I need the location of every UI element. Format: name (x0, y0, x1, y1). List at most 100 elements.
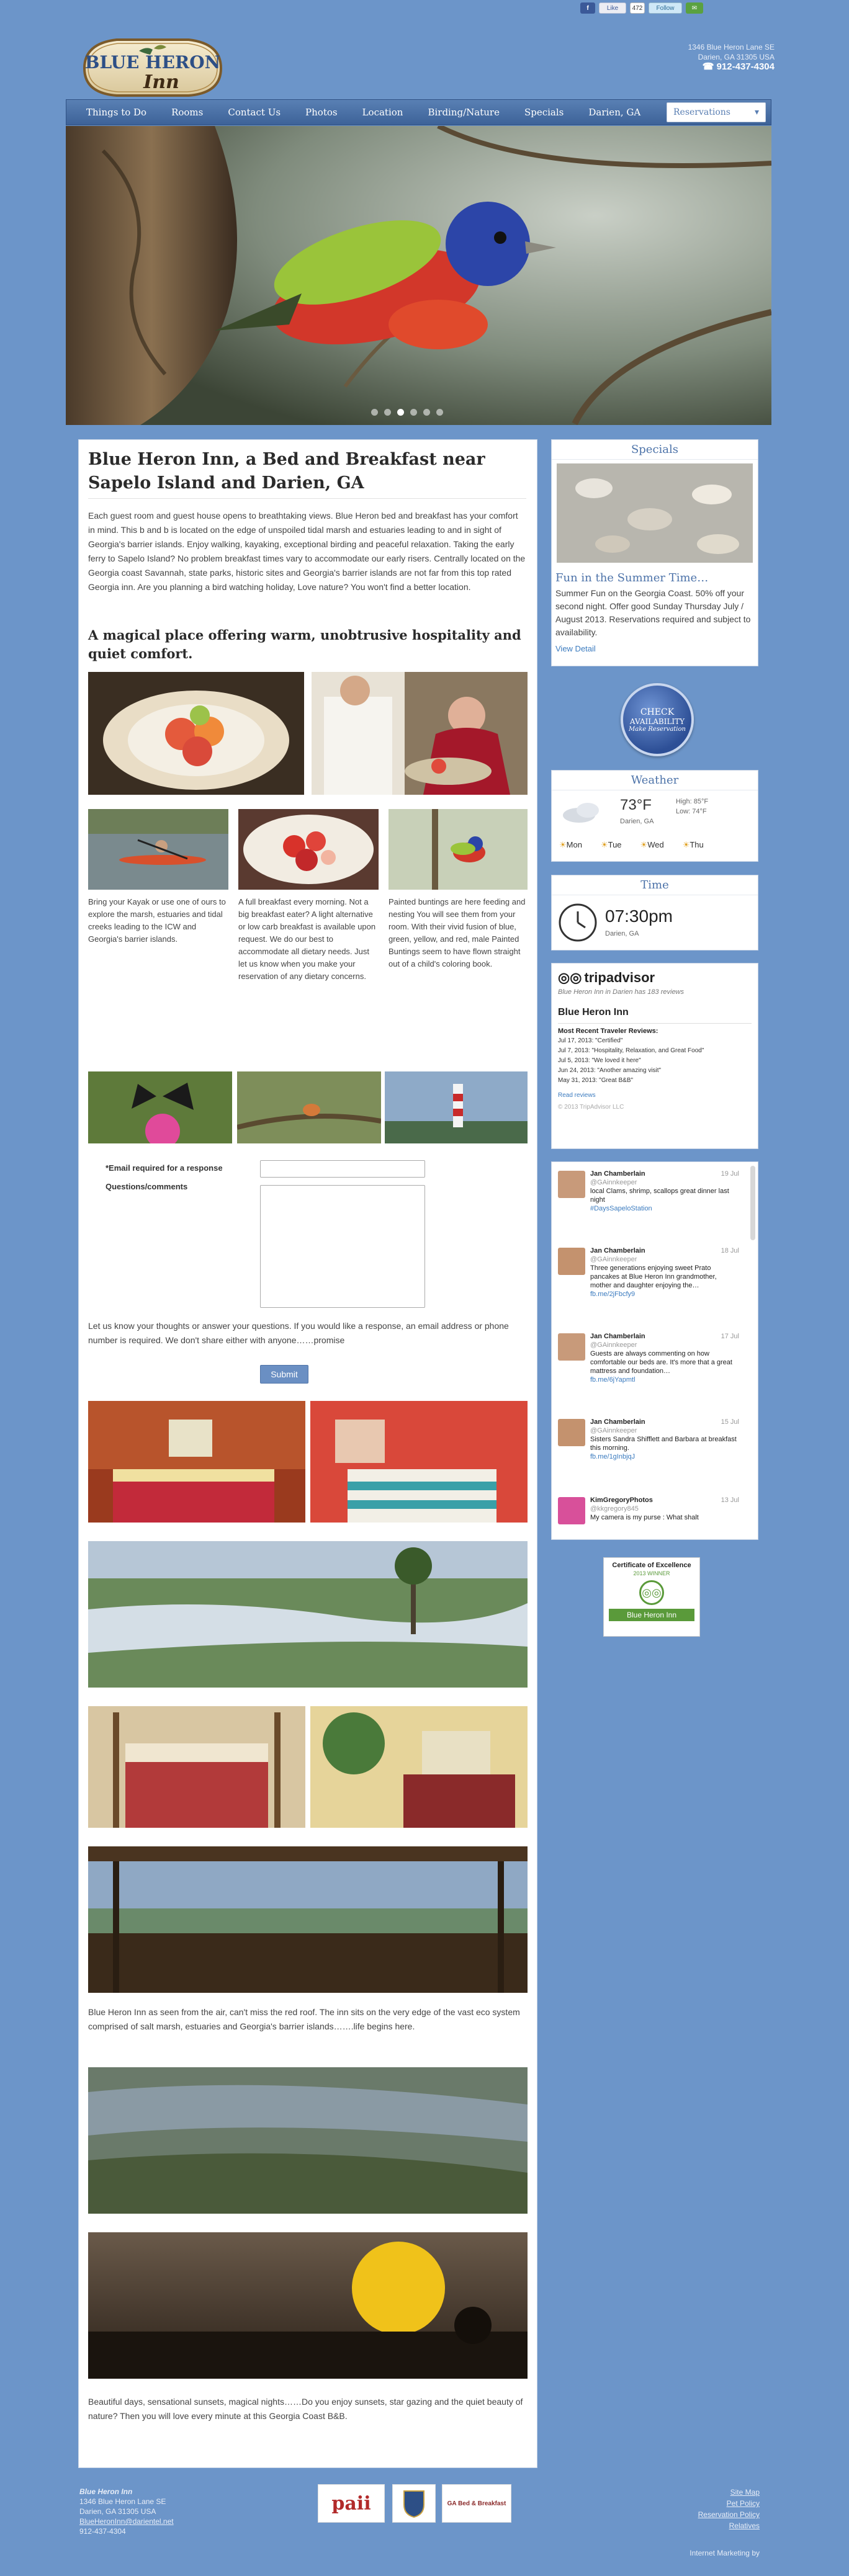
paii-logo-text: paii (331, 2492, 371, 2515)
review-item[interactable]: May 31, 2013: "Great B&B" (558, 1076, 752, 1086)
email-field[interactable] (260, 1160, 425, 1178)
footer-email-link[interactable]: BlueHeronInn@darientel.net (79, 2516, 174, 2526)
tweet-handle[interactable]: @GAinnkeeper (590, 1255, 739, 1264)
slide-dot-active[interactable] (397, 409, 404, 416)
forecast-day: ☀Mon (559, 840, 582, 849)
fruit-plate-photo (88, 672, 304, 795)
tripadvisor-logo[interactable]: ◎◎ tripadvisor (558, 970, 752, 986)
review-item[interactable]: Jul 7, 2013: "Hospitality, Relaxation, a… (558, 1046, 752, 1056)
sun-icon: ☀ (600, 840, 608, 849)
facebook-like-button[interactable]: Like (599, 2, 626, 14)
tweet-link[interactable]: #DaysSapeloStation (590, 1204, 739, 1213)
feed-scrollbar[interactable] (750, 1166, 755, 1240)
check-availability-button[interactable]: CHECK AVAILABILITY Make Reservation (621, 683, 694, 756)
breakfast-caption: A full breakfast every morning. Not a bi… (238, 897, 376, 981)
specials-widget: Specials Fun in the Summer Time… Summer … (551, 439, 758, 666)
berries-photo (238, 809, 379, 890)
tweet-link[interactable]: fb.me/1gInbjqJ (590, 1452, 739, 1461)
avatar[interactable] (558, 1497, 585, 1524)
read-reviews-link[interactable]: Read reviews (558, 1092, 752, 1099)
hero-slideshow[interactable] (66, 126, 771, 425)
sub-heading: A magical place offering warm, unobtrusi… (88, 627, 521, 661)
avatar[interactable] (558, 1333, 585, 1361)
tweet-link[interactable]: fb.me/2jFbcfy9 (590, 1290, 739, 1299)
nav-location[interactable]: Location (350, 107, 416, 118)
avatar[interactable] (558, 1171, 585, 1198)
nav-rooms[interactable]: Rooms (159, 107, 215, 118)
avatar[interactable] (558, 1248, 585, 1275)
nav-darien-ga[interactable]: Darien, GA (576, 107, 653, 118)
shells-image (557, 463, 753, 563)
email-icon[interactable]: ✉ (686, 2, 703, 14)
slide-dot[interactable] (384, 409, 391, 416)
butterfly-photo (88, 1071, 232, 1143)
certificate-of-excellence[interactable]: Certificate of Excellence 2013 WINNER ◎◎… (603, 1557, 700, 1637)
review-item[interactable]: Jul 17, 2013: "Certified" (558, 1036, 752, 1046)
kayak-image (88, 809, 228, 890)
porch-view-photo (88, 1846, 528, 1993)
slideshow-pager (371, 409, 443, 416)
specials-view-detail-link[interactable]: View Detail (555, 644, 754, 653)
painted-bunting-photo (66, 126, 771, 425)
footer-link-reservation-policy[interactable]: Reservation Policy (690, 2509, 760, 2520)
tweet-handle[interactable]: @kkgregory845 (590, 1505, 739, 1513)
tweet-handle[interactable]: @GAinnkeeper (590, 1341, 739, 1349)
footer-link-site-map[interactable]: Site Map (690, 2487, 760, 2498)
footer-marketing[interactable]: Internet Marketing by (690, 2547, 760, 2559)
nav-things-to-do[interactable]: Things to Do (74, 107, 159, 118)
specials-heading: Specials (552, 440, 758, 460)
twitter-follow-button[interactable]: Follow (649, 2, 682, 14)
tweet-author[interactable]: KimGregoryPhotos (590, 1496, 653, 1505)
specials-title[interactable]: Fun in the Summer Time… (555, 571, 754, 584)
site-logo[interactable]: BLUE HERON Inn (79, 32, 226, 102)
review-item[interactable]: Jul 5, 2013: "We loved it here" (558, 1056, 752, 1066)
reservations-dropdown[interactable]: Reservations ▾ (667, 102, 766, 122)
tweet-link[interactable]: fb.me/6jYapmtl (590, 1375, 739, 1384)
tweet-text: local Clams, shrimp, scallops great dinn… (590, 1187, 729, 1204)
sunset-image (88, 2232, 528, 2379)
questions-textarea[interactable] (260, 1185, 425, 1308)
tweet-author[interactable]: Jan Chamberlain (590, 1169, 645, 1178)
sun-icon: ☀ (640, 840, 648, 849)
facebook-icon[interactable]: f (580, 2, 595, 14)
slide-dot[interactable] (371, 409, 378, 416)
room-plants-photo (310, 1706, 528, 1828)
tweet-author[interactable]: Jan Chamberlain (590, 1246, 645, 1255)
crest-badge[interactable] (392, 2484, 436, 2523)
tweet: KimGregoryPhotos 13 Jul @kkgregory845 My … (590, 1496, 739, 1522)
tweet: Jan Chamberlain 19 Jul @GAinnkeeper local… (590, 1169, 739, 1213)
nav-photos[interactable]: Photos (293, 107, 350, 118)
submit-button[interactable]: Submit (260, 1365, 308, 1384)
porch-view-image (88, 1846, 528, 1993)
tripadvisor-hotel-name[interactable]: Blue Heron Inn (558, 1007, 752, 1018)
intro-paragraph: Each guest room and guest house opens to… (88, 511, 526, 592)
footer-links: Site Map Pet Policy Reservation Policy R… (690, 2487, 760, 2559)
phone-number: 912-437-4304 (716, 61, 775, 72)
slide-dot[interactable] (423, 409, 430, 416)
nav-specials[interactable]: Specials (512, 107, 576, 118)
slide-dot[interactable] (436, 409, 443, 416)
footer-link-relatives[interactable]: Relatives (690, 2520, 760, 2531)
ga-bb-badge[interactable]: GA Bed & Breakfast (442, 2484, 511, 2523)
owl-icon: ◎◎ (558, 970, 582, 985)
slide-dot[interactable] (410, 409, 417, 416)
tweet-handle[interactable]: @GAinnkeeper (590, 1178, 739, 1187)
tweet-date: 15 Jul (721, 1418, 739, 1426)
room-plants-image (310, 1706, 528, 1828)
check-line1: CHECK (640, 707, 675, 717)
aerial-image (88, 2067, 528, 2214)
nav-contact-us[interactable]: Contact Us (215, 107, 293, 118)
social-bar: f Like 472 Follow ✉ (580, 2, 703, 14)
tweet-author[interactable]: Jan Chamberlain (590, 1418, 645, 1426)
paii-badge[interactable]: paii (318, 2484, 385, 2523)
tweet-handle[interactable]: @GAinnkeeper (590, 1426, 739, 1435)
tweet-author[interactable]: Jan Chamberlain (590, 1332, 645, 1341)
footer-link-pet-policy[interactable]: Pet Policy (690, 2498, 760, 2509)
room-teal-image (310, 1401, 528, 1523)
twitter-feed-widget[interactable]: Jan Chamberlain 19 Jul @GAinnkeeper local… (551, 1161, 758, 1540)
phone-icon: ☎ (702, 61, 717, 72)
review-item[interactable]: Jun 24, 2013: "Another amazing visit" (558, 1066, 752, 1076)
avatar[interactable] (558, 1419, 585, 1446)
nav-birding-nature[interactable]: Birding/Nature (415, 107, 512, 118)
footer-address-2: Darien, GA 31305 USA (79, 2507, 156, 2516)
